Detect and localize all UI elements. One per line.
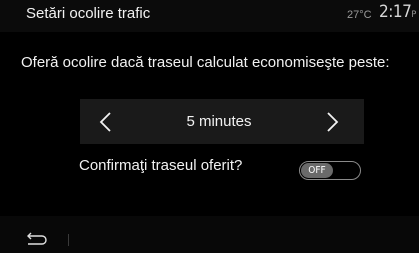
clock-time: 2:17 (379, 2, 412, 22)
time-threshold-stepper: 5 minutes (80, 99, 364, 144)
header-bar: Setări ocolire trafic 27°C 2:17P (0, 0, 419, 32)
chevron-left-icon (99, 112, 111, 132)
toggle-state-label: OFF (301, 163, 333, 178)
clock: 2:17P (379, 2, 416, 22)
back-button[interactable] (24, 228, 50, 248)
confirm-route-toggle[interactable]: OFF (299, 161, 361, 180)
footer-bar (0, 216, 419, 253)
temperature-readout: 27°C (347, 9, 372, 21)
threshold-value: 5 minutes (186, 113, 252, 130)
back-arrow-icon (27, 232, 47, 245)
clock-suffix: P (411, 10, 416, 20)
confirm-route-label: Confirmaţi traseul oferit? (79, 157, 243, 174)
threshold-question: Oferă ocolire dacă traseul calculat econ… (21, 54, 390, 71)
page-title: Setări ocolire trafic (26, 5, 151, 22)
increase-button[interactable] (308, 99, 358, 144)
footer-divider (68, 234, 69, 246)
decrease-button[interactable] (80, 99, 130, 144)
chevron-right-icon (327, 112, 339, 132)
